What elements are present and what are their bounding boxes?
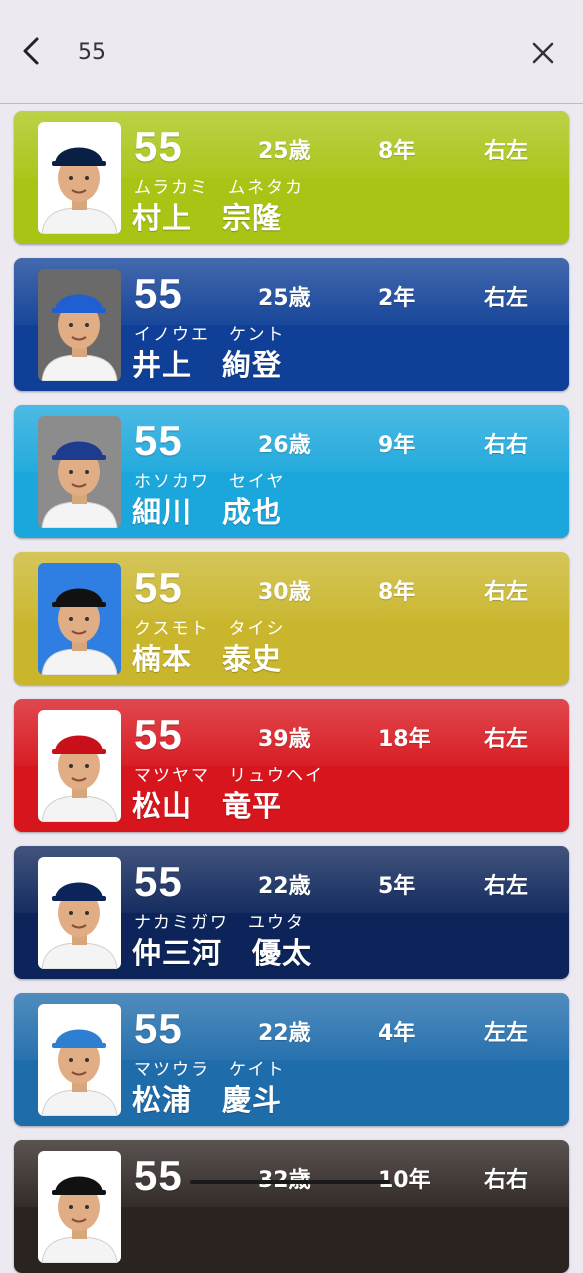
player-card[interactable]: 55 25歳 2年 右左 イノウエ ケント 井上 絢登 (14, 258, 569, 391)
uniform-number: 55 (134, 1005, 183, 1052)
player-card[interactable]: 55 26歳 9年 右右 ホソカワ セイヤ 細川 成也 (14, 405, 569, 538)
player-years: 8年 (378, 139, 416, 164)
player-years: 9年 (378, 433, 416, 458)
uniform-number: 55 (134, 270, 183, 317)
player-years: 8年 (378, 580, 416, 605)
search-header: 55 (0, 0, 583, 104)
throw-bat-hand: 右左 (484, 580, 529, 605)
player-age: 22歳 (258, 874, 311, 899)
back-button[interactable] (16, 36, 46, 72)
player-photo (38, 1004, 121, 1116)
player-years: 5年 (378, 874, 416, 899)
player-card[interactable]: 55 22歳 5年 右左 ナカミガワ ユウタ 仲三河 優太 (14, 846, 569, 979)
close-icon (532, 38, 554, 71)
uniform-number: 55 (134, 123, 183, 170)
player-photo (38, 710, 121, 822)
uniform-number: 55 (134, 858, 183, 905)
player-years: 18年 (378, 727, 431, 752)
player-name: 細川 成也 (132, 495, 283, 529)
player-name: 松山 竜平 (132, 789, 283, 823)
chevron-left-icon (21, 36, 41, 72)
player-name: 村上 宗隆 (132, 201, 283, 235)
player-card[interactable]: 55 25歳 8年 右左 ムラカミ ムネタカ 村上 宗隆 (14, 111, 569, 244)
player-years: 2年 (378, 286, 416, 311)
throw-bat-hand: 右左 (484, 139, 529, 164)
player-name: 井上 絢登 (132, 348, 283, 382)
player-years: 10年 (378, 1168, 431, 1193)
throw-bat-hand: 右左 (484, 874, 529, 899)
throw-bat-hand: 右左 (484, 727, 529, 752)
player-photo (38, 1151, 121, 1263)
player-photo (38, 857, 121, 969)
uniform-number: 55 (134, 711, 183, 758)
player-age: 25歳 (258, 286, 311, 311)
throw-bat-hand: 右右 (484, 433, 529, 458)
scroll-indicator (190, 1180, 390, 1184)
player-card[interactable]: 55 30歳 8年 右左 クスモト タイシ 楠本 泰史 (14, 552, 569, 685)
search-query[interactable]: 55 (78, 40, 106, 65)
player-card[interactable]: 55 22歳 4年 左左 マツウラ ケイト 松浦 慶斗 (14, 993, 569, 1126)
player-name: 仲三河 優太 (132, 936, 313, 970)
player-photo (38, 563, 121, 675)
player-card[interactable]: 55 32歳 10年 右右 (14, 1140, 569, 1273)
uniform-number: 55 (134, 564, 183, 611)
player-age: 25歳 (258, 139, 311, 164)
player-photo (38, 122, 121, 234)
player-age: 22歳 (258, 1021, 311, 1046)
throw-bat-hand: 左左 (484, 1021, 529, 1046)
player-age: 26歳 (258, 433, 311, 458)
player-card[interactable]: 55 39歳 18年 右左 マツヤマ リュウヘイ 松山 竜平 (14, 699, 569, 832)
throw-bat-hand: 右右 (484, 1168, 529, 1193)
uniform-number: 55 (134, 1152, 183, 1199)
throw-bat-hand: 右左 (484, 286, 529, 311)
player-years: 4年 (378, 1021, 416, 1046)
player-age: 30歳 (258, 580, 311, 605)
player-list[interactable]: 55 25歳 8年 右左 ムラカミ ムネタカ 村上 宗隆 55 25歳 2年 右左 イノウエ ケント… (0, 104, 583, 1273)
clear-button[interactable] (527, 38, 559, 70)
player-name: 松浦 慶斗 (132, 1083, 283, 1117)
player-age: 32歳 (258, 1162, 311, 1194)
player-photo (38, 269, 121, 381)
player-name: 楠本 泰史 (132, 642, 283, 676)
uniform-number: 55 (134, 417, 183, 464)
player-photo (38, 416, 121, 528)
player-age: 39歳 (258, 727, 311, 752)
